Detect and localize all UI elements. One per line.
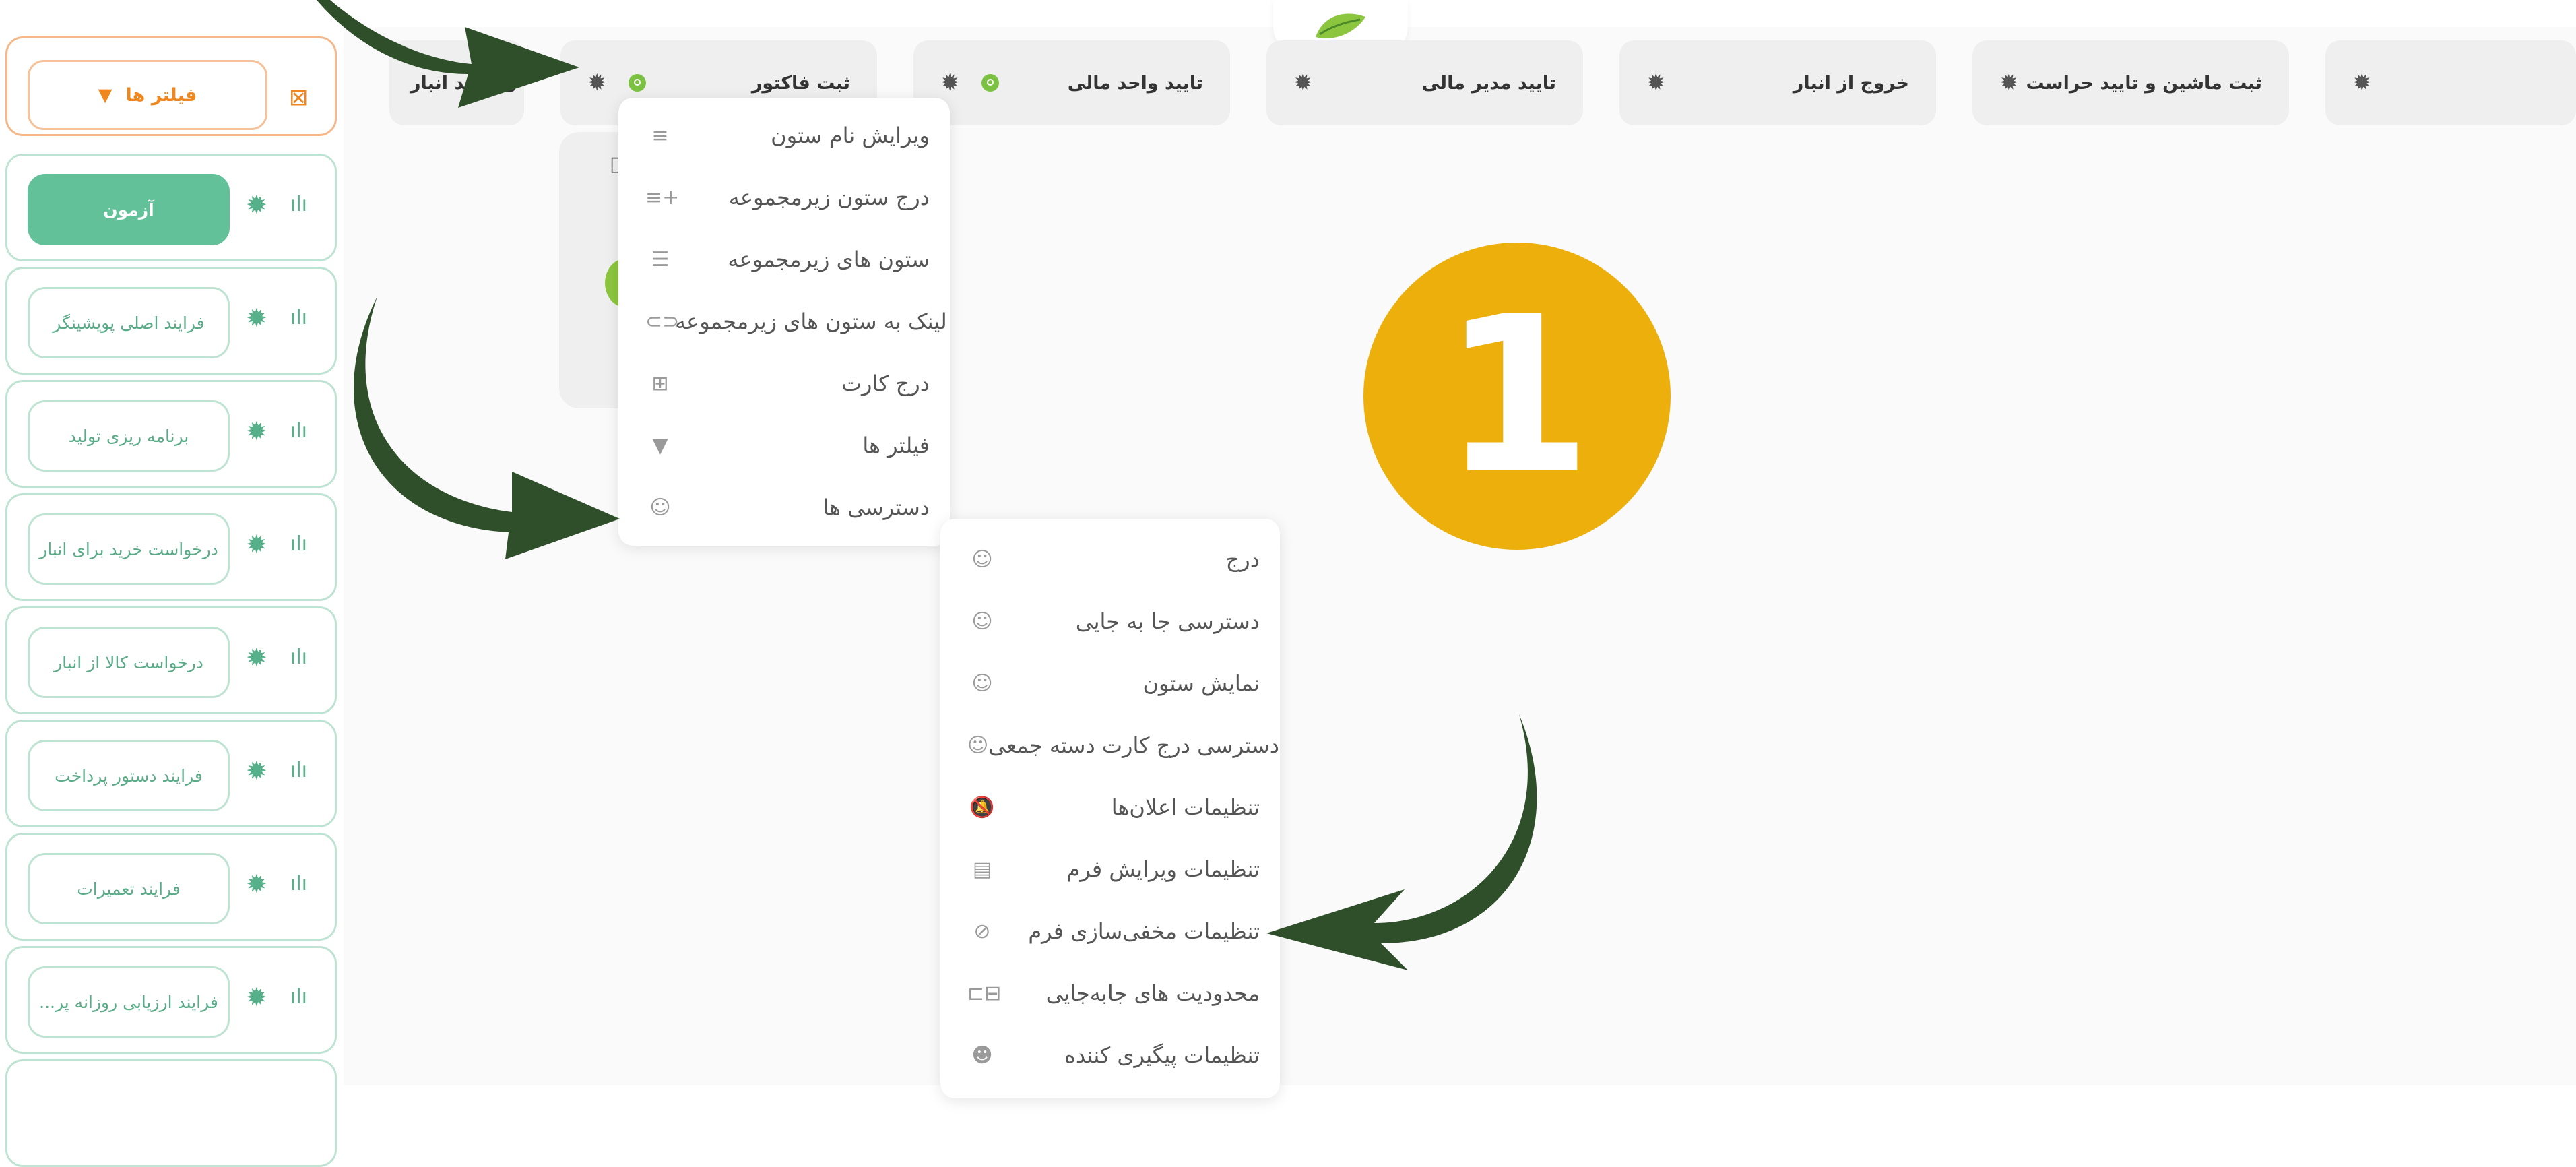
column-header[interactable]: ✹ ثبت ماشین و تایید حراست bbox=[2325, 40, 2576, 125]
filters-button[interactable]: فیلتر ها ▼ bbox=[28, 60, 267, 130]
gear-icon[interactable]: ✹ bbox=[246, 532, 267, 557]
column-header[interactable]: ✹ تایید واحد مالی bbox=[913, 40, 1230, 125]
sidebar-item[interactable]: فرایند ارزیابی روزانه پر... ✹ ılı bbox=[5, 946, 337, 1054]
form-edit-icon: ▤ bbox=[972, 857, 992, 881]
filter-icon: ▼ bbox=[652, 433, 668, 458]
user-gear-icon: ☺ bbox=[971, 671, 993, 695]
submenu-item-move-access[interactable]: ☺ دسترسی جا به جایی bbox=[940, 597, 1280, 645]
status-dot-icon bbox=[981, 74, 999, 92]
status-dot-icon bbox=[628, 74, 646, 92]
gear-icon[interactable]: ✹ bbox=[246, 984, 267, 1010]
menu-item-insert-subcolumn[interactable]: ≡+ درج ستون زیرمجموعه bbox=[618, 173, 950, 222]
access-submenu: ☺ درج ☺ دسترسی جا به جایی ☺ نمایش ستون ☺… bbox=[940, 519, 1280, 1098]
sidebar-item-label[interactable]: آزمون bbox=[28, 174, 230, 245]
column-title: ثبت ماشین و تایید حراست bbox=[2026, 72, 2262, 94]
user-gear-icon: ☺ bbox=[971, 609, 993, 633]
users-icon: ☻ bbox=[971, 1043, 993, 1067]
leaf-logo-icon bbox=[1316, 13, 1365, 38]
sidebar-item[interactable]: فرایند اصلی پویشینگر ✹ ılı bbox=[5, 267, 337, 375]
submenu-item-follower-settings[interactable]: ☻ تنظیمات پیگیری کننده bbox=[940, 1031, 1280, 1079]
sidebar-item-label[interactable]: فرایند اصلی پویشینگر bbox=[28, 287, 230, 358]
sidebar-item-label[interactable]: درخواست خرید برای انبار bbox=[28, 513, 230, 585]
submenu-item-show-column[interactable]: ☺ نمایش ستون bbox=[940, 659, 1280, 707]
link-icon: ⊂⊃ bbox=[645, 309, 680, 334]
user-gear-icon: ☺ bbox=[967, 733, 989, 757]
eye-off-icon: ⊘ bbox=[973, 919, 991, 943]
sidebar-item[interactable] bbox=[5, 1059, 337, 1167]
column-header[interactable]: ✹ ثبت ماشین و تایید حراست bbox=[1972, 40, 2289, 125]
bell-off-icon: 🔕 bbox=[969, 795, 995, 819]
edit-lines-icon: ≡ bbox=[651, 123, 669, 148]
list-add-icon: ≡+ bbox=[645, 185, 680, 210]
clear-filter-icon[interactable]: ⊠ bbox=[289, 84, 309, 111]
gear-icon[interactable]: ✹ bbox=[1293, 71, 1313, 94]
sidebar-item[interactable]: درخواست خرید برای انبار ✹ ılı bbox=[5, 493, 337, 601]
plus-box-icon: ⊞ bbox=[651, 371, 669, 396]
gear-icon[interactable]: ✹ bbox=[246, 305, 267, 331]
bar-chart-icon[interactable]: ılı bbox=[290, 308, 307, 328]
step-number-badge: 1 bbox=[1363, 243, 1671, 550]
bar-chart-icon[interactable]: ılı bbox=[290, 421, 307, 441]
submenu-item-bulk-card-access[interactable]: ☺ دسترسی درج کارت دسته جمعی bbox=[940, 721, 1280, 769]
menu-item-edit-column-name[interactable]: ≡ ویرایش نام ستون bbox=[618, 111, 950, 160]
menu-item-subcolumns[interactable]: ☰ ستون های زیرمجموعه bbox=[618, 235, 950, 284]
gear-icon[interactable]: ✹ bbox=[246, 645, 267, 670]
sidebar-item-label[interactable]: درخواست کالا از انبار bbox=[28, 627, 230, 698]
move-limit-icon: ⊏⊟ bbox=[967, 981, 1002, 1005]
top-strip bbox=[344, 0, 2576, 27]
submenu-item-form-hide[interactable]: ⊘ تنظیمات مخفی‌سازی فرم bbox=[940, 907, 1280, 955]
filter-icon: ▼ bbox=[98, 84, 112, 106]
column-options-menu: ≡ ویرایش نام ستون ≡+ درج ستون زیرمجموعه … bbox=[618, 98, 950, 546]
column-header[interactable]: ن واحد انبار bbox=[389, 40, 524, 125]
sidebar-item[interactable]: آزمون ✹ ılı bbox=[5, 154, 337, 261]
sidebar-filter-box: فیلتر ها ▼ ⊠ bbox=[5, 36, 337, 136]
column-title: خروج از انبار bbox=[1793, 72, 1909, 94]
gear-icon[interactable]: ✹ bbox=[246, 871, 267, 897]
bar-chart-icon[interactable]: ılı bbox=[290, 534, 307, 555]
submenu-item-move-limits[interactable]: ⊏⊟ محدودیت های جابه‌جایی bbox=[940, 969, 1280, 1017]
sidebar-item-label[interactable]: فرایند ارزیابی روزانه پر... bbox=[28, 966, 230, 1038]
column-title: ثبت فاکتور bbox=[751, 72, 850, 94]
sidebar-item-label[interactable]: برنامه ریزی تولید bbox=[28, 400, 230, 472]
column-title: تایید واحد مالی bbox=[1067, 72, 1203, 94]
submenu-item-form-edit[interactable]: ▤ تنظیمات ویرایش فرم bbox=[940, 845, 1280, 893]
process-sidebar: فیلتر ها ▼ ⊠ آزمون ✹ ılı فرایند اصلی پوی… bbox=[0, 27, 344, 1167]
menu-item-link-subcolumns[interactable]: ⊂⊃ لینک به ستون های زیرمجموعه bbox=[618, 297, 950, 346]
gear-icon[interactable]: ✹ bbox=[1646, 71, 1666, 94]
column-header[interactable]: ✹ خروج از انبار bbox=[1619, 40, 1936, 125]
bar-chart-icon[interactable]: ılı bbox=[290, 987, 307, 1007]
submenu-item-insert[interactable]: ☺ درج bbox=[940, 535, 1280, 584]
sidebar-item[interactable]: برنامه ریزی تولید ✹ ılı bbox=[5, 380, 337, 488]
menu-item-insert-card[interactable]: ⊞ درج کارت bbox=[618, 359, 950, 408]
list-icon: ☰ bbox=[651, 247, 670, 272]
menu-item-filters[interactable]: ▼ فیلتر ها bbox=[618, 421, 950, 470]
gear-icon[interactable]: ✹ bbox=[940, 71, 960, 94]
submenu-item-notifications[interactable]: 🔕 تنظیمات اعلان‌ها bbox=[940, 783, 1280, 831]
gear-icon[interactable]: ✹ bbox=[587, 71, 607, 94]
gear-icon[interactable]: ✹ bbox=[1999, 71, 2019, 94]
gear-icon[interactable]: ✹ bbox=[246, 418, 267, 444]
gear-icon[interactable]: ✹ bbox=[246, 192, 267, 218]
bar-chart-icon[interactable]: ılı bbox=[290, 195, 307, 215]
gear-icon[interactable]: ✹ bbox=[2352, 71, 2372, 94]
sidebar-item-label[interactable]: فرایند تعمیرات bbox=[28, 853, 230, 924]
column-title: تایید مدیر مالی bbox=[1421, 72, 1556, 94]
bar-chart-icon[interactable]: ılı bbox=[290, 761, 307, 781]
user-gear-icon: ☺ bbox=[971, 547, 993, 571]
user-gear-icon: ☺ bbox=[649, 495, 671, 519]
gear-icon[interactable]: ✹ bbox=[246, 758, 267, 784]
sidebar-item[interactable]: فرایند دستور پرداخت ✹ ılı bbox=[5, 720, 337, 827]
bar-chart-icon[interactable]: ılı bbox=[290, 648, 307, 668]
sidebar-item[interactable]: درخواست کالا از انبار ✹ ılı bbox=[5, 606, 337, 714]
column-header[interactable]: ✹ تایید مدیر مالی bbox=[1266, 40, 1583, 125]
column-title: ن واحد انبار bbox=[410, 72, 517, 94]
sidebar-item-label[interactable]: فرایند دستور پرداخت bbox=[28, 740, 230, 811]
menu-item-access[interactable]: ☺ دسترسی ها bbox=[618, 483, 950, 532]
sidebar-item[interactable]: فرایند تعمیرات ✹ ılı bbox=[5, 833, 337, 941]
bar-chart-icon[interactable]: ılı bbox=[290, 874, 307, 894]
